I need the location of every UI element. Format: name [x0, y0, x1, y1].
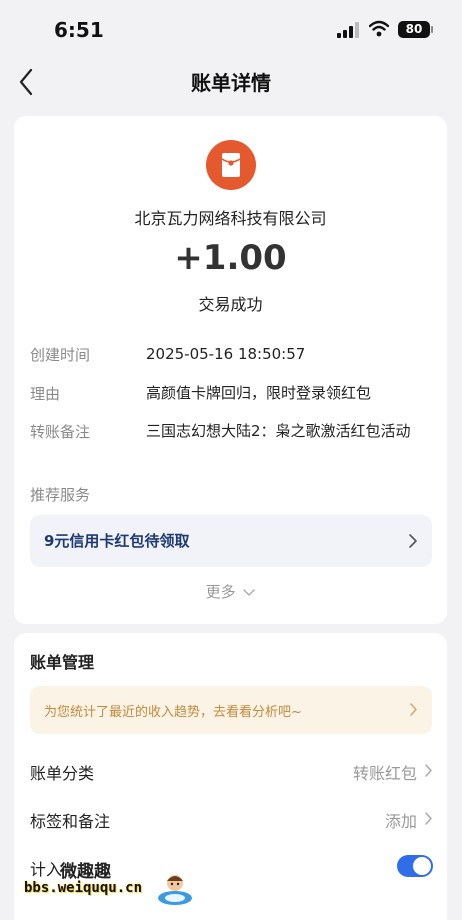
chevron-down-icon	[243, 588, 256, 596]
tags-notes-value: 添加	[384, 812, 417, 831]
transaction-amount: +1.00	[174, 238, 287, 278]
watermark-url: bbs.weiququ.cn	[24, 880, 143, 896]
status-bar: 6:51 80	[0, 0, 462, 60]
chevron-right-icon	[409, 534, 417, 548]
chevron-right-icon	[425, 764, 432, 777]
toggle-knob	[413, 857, 431, 875]
recommend-label: 推荐服务	[30, 486, 91, 504]
cellular-signal-icon	[337, 22, 359, 38]
payee-avatar	[206, 140, 256, 190]
promo-text: 9元信用卡红包待领取	[44, 532, 190, 550]
watermark-site-name: 微趣趣	[60, 862, 111, 882]
transaction-card: 北京瓦力网络科技有限公司 +1.00 交易成功 创建时间 2025-05-16 …	[14, 116, 447, 624]
credit-card-promo-item[interactable]: 9元信用卡红包待领取	[30, 515, 432, 567]
income-insight-banner[interactable]: 为您统计了最近的收入趋势，去看看分析吧~	[30, 686, 432, 734]
insight-text: 为您统计了最近的收入趋势，去看看分析吧~	[44, 705, 302, 720]
bill-category-value: 转账红包	[352, 764, 417, 783]
wifi-icon	[369, 20, 389, 37]
detail-value-reason: 高颜值卡牌回归，限时登录领红包	[146, 384, 372, 402]
detail-label-transfer-note: 转账备注	[30, 423, 91, 441]
red-packet-icon	[221, 153, 241, 177]
battery-cap	[431, 26, 433, 33]
payee-name: 北京瓦力网络科技有限公司	[134, 209, 327, 228]
watermark-mascot-icon	[158, 875, 192, 905]
bill-category-label: 账单分类	[30, 764, 95, 783]
more-button[interactable]: 更多	[14, 581, 447, 602]
tags-notes-label: 标签和备注	[30, 812, 111, 831]
detail-value-created-time: 2025-05-16 18:50:57	[146, 345, 306, 363]
detail-label-reason: 理由	[30, 385, 61, 403]
detail-label-created-time: 创建时间	[30, 346, 91, 364]
section-title: 账单管理	[30, 653, 95, 672]
include-in-stats-toggle[interactable]	[397, 855, 433, 877]
page-title: 账单详情	[191, 71, 271, 95]
transaction-status: 交易成功	[198, 295, 263, 314]
battery-indicator: 80	[398, 21, 430, 38]
more-label: 更多	[205, 583, 236, 601]
status-time: 6:51	[54, 18, 104, 42]
chevron-right-icon	[425, 812, 432, 825]
chevron-right-icon	[410, 703, 417, 716]
include-in-stats-label: 计入	[30, 860, 63, 879]
detail-value-transfer-note: 三国志幻想大陆2：枭之歌激活红包活动	[146, 422, 411, 440]
